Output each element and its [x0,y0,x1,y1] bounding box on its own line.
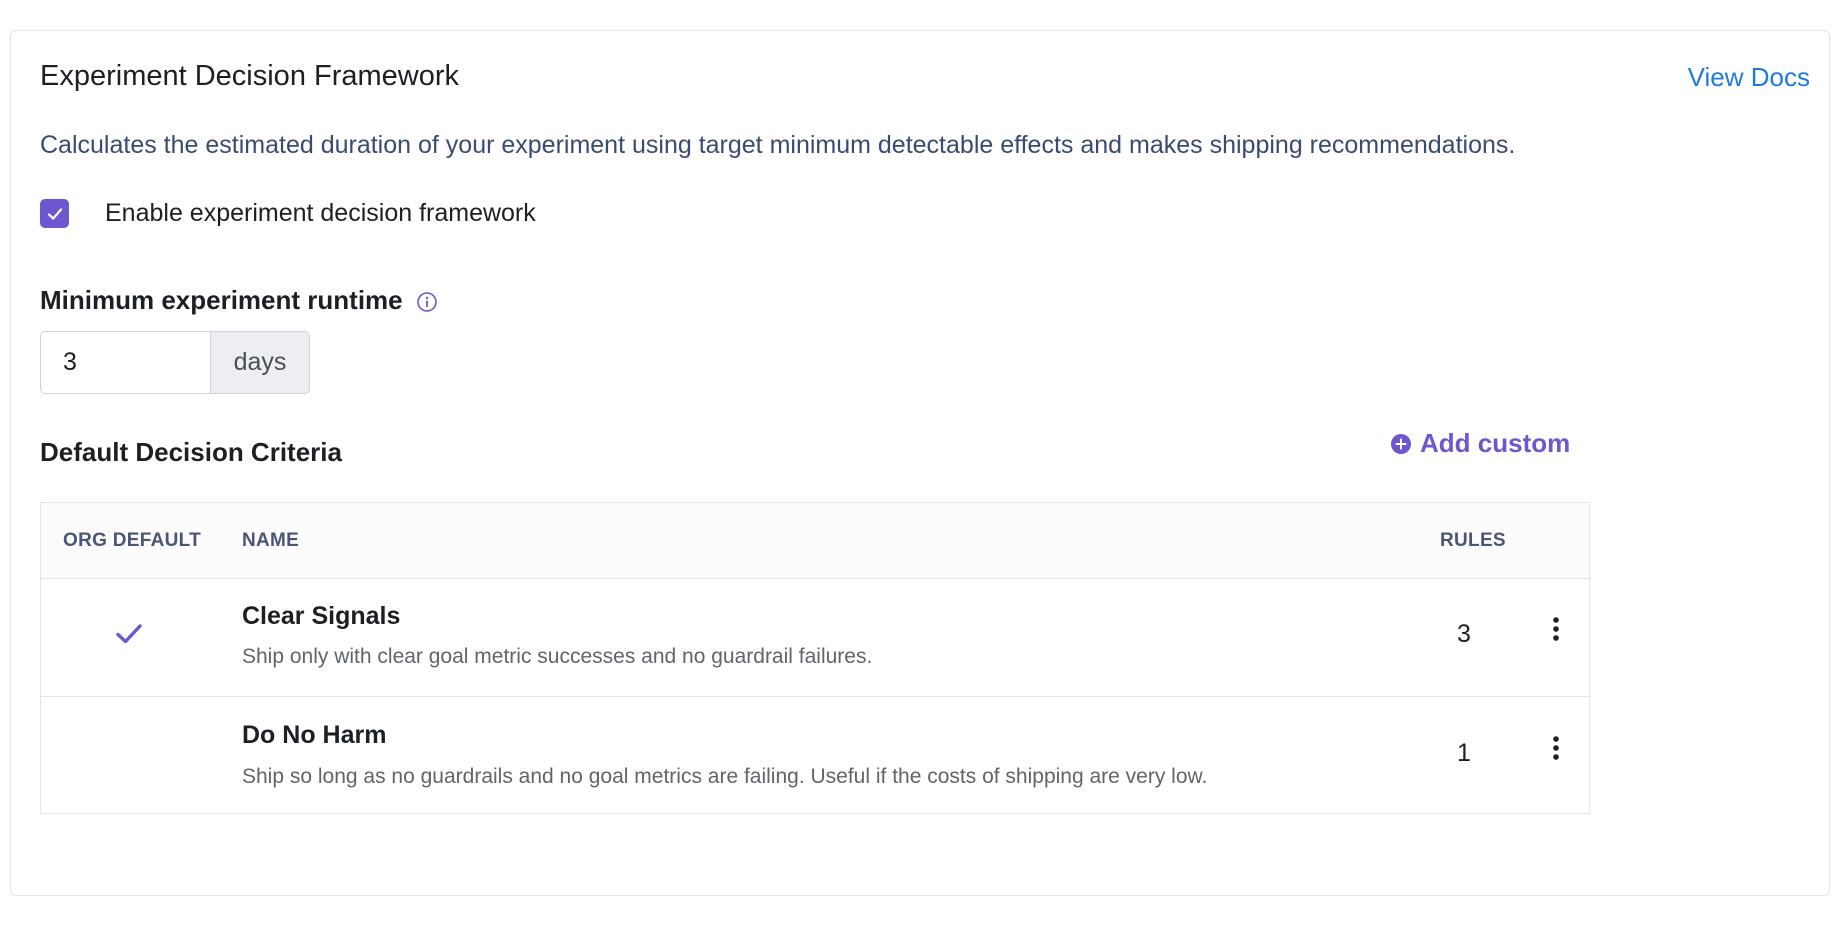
criteria-title: Default Decision Criteria [40,437,342,467]
view-docs-link[interactable]: View Docs [1688,62,1810,93]
criteria-description: Ship only with clear goal metric success… [242,645,873,668]
runtime-input[interactable] [40,331,210,394]
runtime-unit: days [210,331,310,394]
criteria-rules-count: 3 [1457,620,1471,648]
info-icon[interactable] [416,291,438,313]
column-header-rules: RULES [1440,530,1506,551]
table-header: ORG DEFAULT NAME RULES [41,503,1589,579]
column-header-org-default: ORG DEFAULT [63,530,202,551]
page-title: Experiment Decision Framework [40,60,460,92]
framework-description: Calculates the estimated duration of you… [40,131,1516,159]
criteria-table: ORG DEFAULT NAME RULES Clear Signals Shi… [40,502,1590,814]
runtime-input-group: days [40,331,310,394]
add-custom-button[interactable]: Add custom [1390,428,1570,459]
criteria-description: Ship so long as no guardrails and no goa… [242,765,1208,788]
table-row[interactable]: Clear Signals Ship only with clear goal … [41,578,1589,696]
column-header-name: NAME [242,530,300,551]
criteria-rules-count: 1 [1457,739,1471,767]
plus-circle-icon [1391,433,1411,454]
enable-framework-label[interactable]: Enable experiment decision framework [105,199,536,228]
enable-framework-checkbox[interactable] [40,199,69,228]
criteria-name: Clear Signals [242,602,401,630]
criteria-name: Do No Harm [242,721,387,749]
add-custom-label: Add custom [1420,428,1571,458]
runtime-label: Minimum experiment runtime [40,285,403,315]
org-default-check-icon [115,622,143,651]
checkmark-icon [47,207,62,220]
table-row[interactable]: Do No Harm Ship so long as no guardrails… [41,696,1589,815]
more-options-icon[interactable] [1544,614,1568,644]
more-options-icon[interactable] [1544,733,1568,763]
